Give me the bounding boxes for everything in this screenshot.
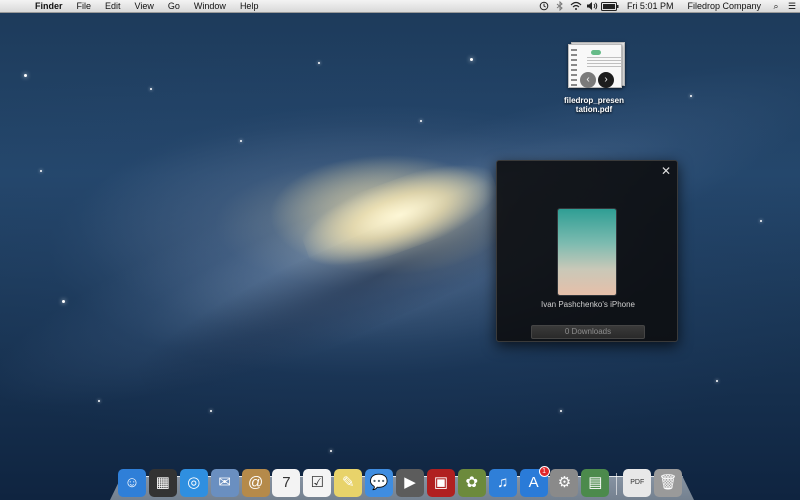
volume-icon[interactable] bbox=[584, 0, 600, 13]
dock-filedrop-icon[interactable]: ▤ bbox=[581, 469, 610, 497]
file-label-line1: filedrop_presen bbox=[563, 96, 624, 105]
star bbox=[240, 140, 242, 142]
menu-user[interactable]: Filedrop Company bbox=[680, 0, 768, 13]
filedrop-logo-icon bbox=[591, 50, 601, 55]
dock-itunes-icon[interactable]: ♫ bbox=[488, 469, 517, 497]
dock-app-store-icon[interactable]: A1 bbox=[519, 466, 550, 497]
star bbox=[330, 450, 332, 452]
menu-go[interactable]: Go bbox=[161, 0, 187, 13]
dock-iphoto-icon[interactable]: ✿ bbox=[457, 469, 486, 497]
star bbox=[40, 170, 42, 172]
dock-launchpad-icon[interactable]: ▦ bbox=[148, 469, 177, 497]
notification-center-icon[interactable]: ☰ bbox=[784, 0, 800, 13]
arrow-left-icon: ‹ bbox=[580, 72, 596, 88]
star bbox=[560, 410, 562, 412]
star bbox=[318, 62, 320, 64]
menu-file[interactable]: File bbox=[70, 0, 99, 13]
dock-contacts-icon[interactable]: @ bbox=[241, 469, 270, 497]
dock-trash-icon[interactable]: 🗑 bbox=[654, 469, 683, 497]
menu-window[interactable]: Window bbox=[187, 0, 233, 13]
menu-bar-status-area: Fri 5:01 PM Filedrop Company ⌕ ☰ bbox=[536, 0, 800, 13]
filedrop-popup: ✕ Ivan Pashchenko's iPhone 0 Downloads bbox=[496, 160, 678, 342]
star bbox=[420, 120, 422, 122]
time-machine-icon[interactable] bbox=[536, 0, 552, 13]
star bbox=[760, 220, 762, 222]
downloads-button[interactable]: 0 Downloads bbox=[531, 325, 645, 339]
dock-notes-icon[interactable]: ✎ bbox=[334, 469, 363, 497]
battery-icon[interactable] bbox=[600, 0, 620, 13]
menu-bar: Finder File Edit View Go Window Help Fri… bbox=[0, 0, 800, 13]
spotlight-search-icon[interactable]: ⌕ bbox=[768, 0, 784, 13]
wifi-icon[interactable] bbox=[568, 0, 584, 13]
binder-rings bbox=[571, 49, 577, 89]
dock-items: ☺ ▦ ◎ ✉ @7 ☑ ✎ 💬 ▶ ▣ ✿ ♫ A 1 ⚙ ▤ PDF 🗑 bbox=[118, 466, 685, 497]
menu-help[interactable]: Help bbox=[233, 0, 266, 13]
device-name-label: Ivan Pashchenko's iPhone bbox=[540, 300, 636, 309]
desktop-file-label: filedrop_presen tation.pdf bbox=[556, 96, 632, 114]
dock: ☺ ▦ ◎ ✉ @7 ☑ ✎ 💬 ▶ ▣ ✿ ♫ A 1 ⚙ ▤ PDF 🗑 bbox=[110, 466, 694, 500]
dock-reminders-icon[interactable]: ☑ bbox=[303, 469, 332, 497]
dock-pdf-document-icon[interactable]: PDF bbox=[623, 469, 652, 497]
dock-calendar-icon[interactable]: 7 bbox=[272, 469, 301, 497]
star bbox=[210, 410, 212, 412]
star bbox=[716, 380, 718, 382]
bluetooth-icon[interactable] bbox=[552, 0, 568, 13]
iphone-device-icon[interactable] bbox=[558, 209, 616, 295]
dock-mail-icon[interactable]: ✉ bbox=[210, 469, 239, 497]
menu-clock[interactable]: Fri 5:01 PM bbox=[620, 0, 681, 13]
close-icon[interactable]: ✕ bbox=[659, 164, 673, 178]
dock-system-preferences-icon[interactable]: ⚙ bbox=[550, 469, 579, 497]
pdf-preview-text bbox=[587, 57, 621, 67]
star bbox=[470, 58, 473, 61]
star bbox=[62, 300, 65, 303]
pdf-file-icon: ‹ › bbox=[564, 42, 625, 90]
desktop-wallpaper bbox=[0, 0, 800, 500]
menu-app-finder[interactable]: Finder bbox=[28, 0, 70, 13]
file-label-line2: tation.pdf bbox=[575, 105, 613, 114]
star bbox=[24, 74, 27, 77]
dock-photo-booth-icon[interactable]: ▣ bbox=[426, 469, 455, 497]
dock-separator bbox=[616, 473, 618, 495]
menu-view[interactable]: View bbox=[128, 0, 161, 13]
menu-edit[interactable]: Edit bbox=[98, 0, 128, 13]
arrow-right-icon: › bbox=[598, 72, 614, 88]
dock-facetime-icon[interactable]: ▶ bbox=[396, 469, 425, 497]
star bbox=[150, 88, 152, 90]
dock-messages-icon[interactable]: 💬 bbox=[365, 469, 394, 497]
notification-badge: 1 bbox=[538, 466, 550, 477]
dock-safari-icon[interactable]: ◎ bbox=[179, 469, 208, 497]
dock-finder-icon[interactable]: ☺ bbox=[118, 469, 146, 497]
desktop-file-pdf[interactable]: ‹ › filedrop_presen tation.pdf bbox=[556, 42, 632, 122]
star bbox=[690, 95, 692, 97]
star bbox=[98, 400, 100, 402]
